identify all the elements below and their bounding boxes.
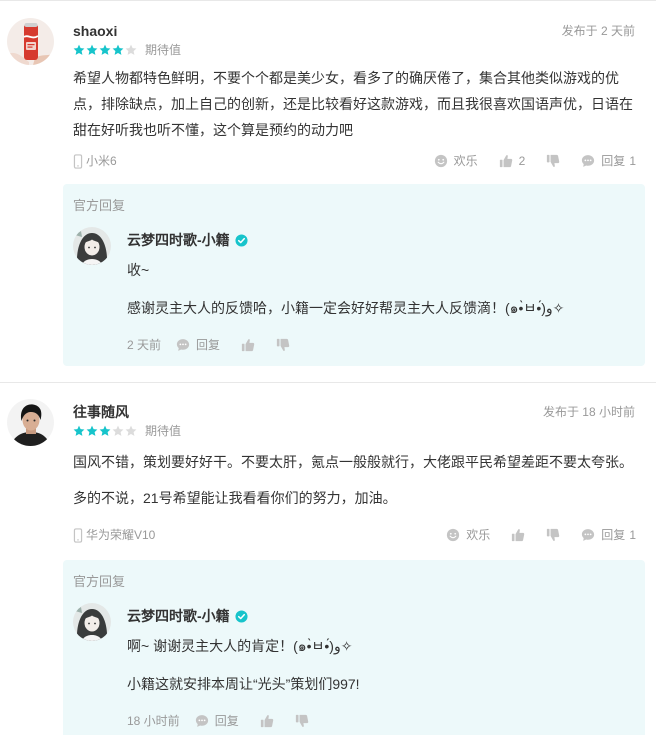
- phone-icon: [73, 528, 83, 543]
- thumbs-up-icon: [499, 154, 513, 168]
- official-reply-label: 官方回复: [73, 574, 126, 589]
- reply-like-button[interactable]: [241, 338, 255, 352]
- user-avatar[interactable]: [7, 18, 54, 65]
- review-paragraph: 多的不说，21号希望能让我看看你们的努力，加油。: [73, 490, 397, 506]
- review-body: 国风不错，策划要好好干。不要太肝，氪点一般般就行，大佬跟平民希望差距不要太夸张。…: [73, 449, 635, 511]
- dislike-button[interactable]: [546, 154, 560, 168]
- star-empty-icon: [125, 44, 137, 56]
- verified-icon: [235, 234, 248, 247]
- like-count: 2: [518, 154, 526, 168]
- official-reply-footer: 2 天前 回复: [127, 338, 290, 352]
- star-empty-icon: [125, 425, 137, 437]
- star-filled-icon: [99, 44, 111, 56]
- thumbs-down-icon: [546, 154, 560, 168]
- thumbs-down-icon: [546, 528, 560, 542]
- comment-icon: [176, 338, 190, 352]
- review-divider: [0, 382, 656, 383]
- dislike-button[interactable]: [546, 528, 560, 542]
- star-filled-icon: [86, 425, 98, 437]
- fun-button[interactable]: 欢乐: [434, 154, 478, 168]
- rating-stars: [73, 44, 137, 56]
- reply-reply-label: 回复: [196, 338, 221, 352]
- device-name: 华为荣耀V10: [86, 528, 156, 542]
- user-avatar[interactable]: [7, 399, 54, 446]
- device-name: 小米6: [86, 154, 117, 168]
- review-actions: 欢乐 2 回复 1: [434, 154, 636, 168]
- username[interactable]: shaoxi: [73, 22, 117, 40]
- reply-paragraph: 小籍这就安排本周让“光头”策划们997!: [127, 676, 360, 692]
- developer-avatar[interactable]: [73, 227, 111, 265]
- star-filled-icon: [73, 44, 85, 56]
- official-reply-box: 官方回复 云梦四时歌-小籍 啊~ 谢谢灵主大人的肯定！(๑•̀ㅂ•́)و✧ 小籍…: [63, 560, 645, 735]
- fun-button[interactable]: 欢乐: [446, 528, 490, 542]
- review-card: shaoxi 期待值 发布于 2 天前 希望人物都特色鲜明，不要个个都是美少女，…: [0, 0, 656, 382]
- developer-avatar[interactable]: [73, 603, 111, 641]
- verified-icon: [235, 610, 248, 623]
- official-reply-label: 官方回复: [73, 198, 126, 213]
- device-info: 小米6: [73, 154, 117, 169]
- comment-icon: [581, 154, 595, 168]
- device-info: 华为荣耀V10: [73, 528, 155, 543]
- review-meta-row: 华为荣耀V10 欢乐 回复 1: [73, 527, 636, 543]
- thumbs-down-icon: [276, 338, 290, 352]
- star-filled-icon: [86, 44, 98, 56]
- reply-label: 回复: [601, 154, 626, 168]
- fun-label: 欢乐: [453, 154, 478, 168]
- reply-paragraph: 感谢灵主大人的反馈哈，小籍一定会好好帮灵主大人反馈滴！(๑•̀ㅂ•́)و✧: [127, 300, 565, 316]
- review-card: 往事随风 期待值 发布于 18 小时前 国风不错，策划要好好干。不要太肝，氪点一…: [0, 381, 656, 735]
- official-reply-box: 官方回复 云梦四时歌-小籍 收~ 感谢灵主大人的反馈哈，小籍一定会好好帮灵主大人…: [63, 184, 645, 366]
- reply-reply-button[interactable]: 回复: [195, 714, 239, 728]
- reply-paragraph: 啊~ 谢谢灵主大人的肯定！(๑•̀ㅂ•́)و✧: [127, 638, 353, 654]
- comment-icon: [581, 528, 595, 542]
- rating-label: 期待值: [145, 424, 182, 438]
- comment-icon: [195, 714, 209, 728]
- developer-name[interactable]: 云梦四时歌-小籍: [127, 231, 230, 249]
- developer-name-row: 云梦四时歌-小籍: [127, 231, 248, 249]
- reply-count: 1: [629, 528, 636, 542]
- review-paragraph: 国风不错，策划要好好干。不要太肝，氪点一般般就行，大佬跟平民希望差距不要太夸张。: [73, 454, 633, 470]
- reply-count: 1: [629, 154, 636, 168]
- reply-time: 18 小时前: [127, 714, 180, 728]
- reply-button[interactable]: 回复 1: [581, 154, 636, 168]
- thumbs-up-icon: [511, 528, 525, 542]
- official-reply-body: 收~ 感谢灵主大人的反馈哈，小籍一定会好好帮灵主大人反馈滴！(๑•̀ㅂ•́)و✧: [127, 258, 635, 320]
- star-filled-icon: [112, 44, 124, 56]
- review-body: 希望人物都特色鲜明，不要个个都是美少女，看多了的确厌倦了，集合其他类似游戏的优点…: [73, 65, 635, 143]
- posted-time: 发布于 2 天前: [561, 24, 635, 38]
- star-filled-icon: [99, 425, 111, 437]
- smile-icon: [434, 154, 448, 168]
- star-empty-icon: [112, 425, 124, 437]
- posted-time: 发布于 18 小时前: [542, 405, 635, 419]
- review-actions: 欢乐 回复 1: [446, 528, 636, 542]
- username[interactable]: 往事随风: [73, 403, 129, 421]
- review-paragraph: 希望人物都特色鲜明，不要个个都是美少女，看多了的确厌倦了，集合其他类似游戏的优点…: [73, 70, 633, 138]
- review-meta-row: 小米6 欢乐 2 回复 1: [73, 153, 636, 169]
- like-button[interactable]: [511, 528, 525, 542]
- developer-name-row: 云梦四时歌-小籍: [127, 607, 248, 625]
- reply-label: 回复: [601, 528, 626, 542]
- reply-like-button[interactable]: [260, 714, 274, 728]
- reply-reply-button[interactable]: 回复: [176, 338, 220, 352]
- official-reply-body: 啊~ 谢谢灵主大人的肯定！(๑•̀ㅂ•́)و✧ 小籍这就安排本周让“光头”策划们…: [127, 634, 635, 696]
- review-list: shaoxi 期待值 发布于 2 天前 希望人物都特色鲜明，不要个个都是美少女，…: [0, 0, 656, 735]
- like-button[interactable]: 2: [499, 154, 526, 168]
- smile-icon: [446, 528, 460, 542]
- phone-icon: [73, 154, 83, 169]
- reply-dislike-button[interactable]: [295, 714, 309, 728]
- thumbs-up-icon: [260, 714, 274, 728]
- thumbs-down-icon: [295, 714, 309, 728]
- reply-time: 2 天前: [127, 338, 162, 352]
- developer-name[interactable]: 云梦四时歌-小籍: [127, 607, 230, 625]
- reply-reply-label: 回复: [214, 714, 239, 728]
- rating-label: 期待值: [145, 43, 182, 57]
- fun-label: 欢乐: [466, 528, 491, 542]
- rating-stars: [73, 425, 137, 437]
- thumbs-up-icon: [241, 338, 255, 352]
- reply-dislike-button[interactable]: [276, 338, 290, 352]
- reply-paragraph: 收~: [127, 262, 150, 278]
- reply-button[interactable]: 回复 1: [581, 528, 636, 542]
- official-reply-footer: 18 小时前 回复: [127, 714, 309, 728]
- star-filled-icon: [73, 425, 85, 437]
